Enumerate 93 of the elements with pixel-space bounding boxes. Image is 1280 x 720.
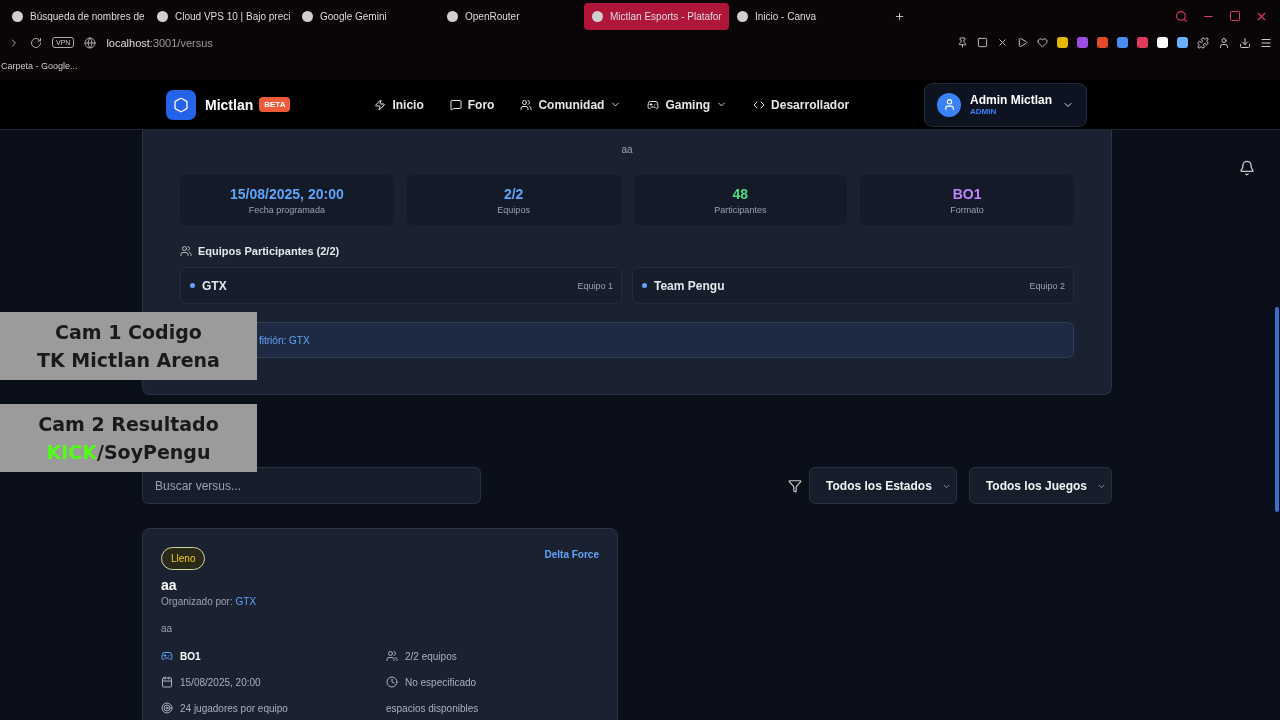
section-heading: Equipos Participantes (2/2) (198, 245, 340, 257)
close-icon[interactable] (1255, 10, 1268, 23)
download-icon[interactable] (1239, 36, 1251, 49)
menu-icon[interactable] (1260, 36, 1272, 49)
site-icon (737, 11, 748, 22)
stat-label: Equipos (497, 204, 530, 215)
description: aa (161, 623, 174, 634)
stat-value: 2/2 (503, 185, 524, 202)
description: aa (620, 144, 634, 155)
filter-dropdown[interactable]: Todos los Juegos (968, 467, 1112, 504)
search-icon[interactable] (1175, 10, 1188, 23)
search-field[interactable]: Buscar versus... (142, 467, 481, 504)
puzzle-icon[interactable] (1197, 36, 1209, 49)
stat-value: 48 (732, 185, 749, 202)
brand-name: Mictlan (205, 96, 254, 113)
bell-icon[interactable] (1239, 160, 1255, 176)
browser-tab[interactable]: Inicio - Canva (729, 3, 874, 30)
site-icon (157, 11, 168, 22)
bookmark[interactable]: Carpeta - Google... (1, 61, 78, 71)
team-name: GTX (202, 278, 227, 293)
nav-link[interactable]: Gaming (647, 97, 728, 112)
stat-value: BO1 (952, 185, 982, 202)
site-icon (302, 11, 313, 22)
nav-link[interactable]: Comunidad (520, 97, 622, 112)
site-icon (592, 11, 603, 22)
browser-tab[interactable]: Mictlan Esports - Platafor (584, 3, 729, 30)
profile-icon[interactable] (1218, 36, 1230, 49)
browser-tab[interactable]: Cloud VPS 10 | Bajo preci (149, 3, 294, 30)
user-role: ADMIN (970, 107, 998, 116)
gamepad-icon (161, 650, 173, 662)
detail-text: No especificado (405, 676, 477, 688)
calendar-icon (161, 676, 173, 688)
nav-link[interactable]: Inicio (374, 97, 424, 112)
nav-link[interactable]: Foro (449, 97, 495, 112)
versus-card[interactable]: Lleno Delta Force aa Organizado por: GTX aa BO1 2/2 equipos 15/08/2025, 20:00 No especificado 24 jugadores por equipo espacios disponibles (142, 528, 618, 720)
logo-icon[interactable] (166, 89, 196, 120)
overlay-text: TK Mictlan Arena (37, 348, 220, 373)
user-name: Admin Mictlan (970, 93, 1052, 107)
team-name: Team Pengu (654, 278, 725, 293)
stat-label: Participantes (714, 204, 767, 215)
reload-icon[interactable] (30, 36, 42, 49)
detail-text: 24 jugadores por equipo (180, 702, 288, 714)
stat-label: Formato (950, 204, 984, 215)
versus-title: aa (161, 577, 178, 593)
nav-link[interactable]: Desarrollador (753, 97, 850, 112)
team-slot: Equipo 1 (577, 280, 613, 291)
detail-text: BO1 (180, 650, 201, 662)
play-icon[interactable] (1017, 37, 1028, 48)
extension-icon[interactable] (1177, 37, 1188, 48)
host-text: fitrión: GTX (259, 334, 310, 346)
status-badge: Lleno (161, 547, 206, 570)
stat-value: 15/08/2025, 20:00 (230, 185, 344, 202)
address-field[interactable]: localhost:3001/versus (106, 36, 213, 49)
pin-icon[interactable] (957, 37, 968, 48)
organizer-text: Organizado por: GTX (161, 596, 258, 607)
heart-icon[interactable] (1037, 37, 1048, 48)
users-icon (520, 98, 533, 111)
clock-icon (386, 676, 398, 688)
new-tab-icon[interactable] (894, 11, 905, 22)
game-name: Delta Force (544, 549, 599, 560)
users-icon (386, 650, 398, 662)
browser-tab[interactable]: Búsqueda de nombres de (4, 3, 149, 30)
bolt-icon (374, 98, 387, 111)
detail-text: 2/2 equipos (405, 650, 457, 662)
overlay-text: Cam 1 Codigo (55, 320, 202, 345)
avatar-icon (937, 92, 961, 117)
maximize-icon[interactable] (1229, 10, 1241, 22)
team-slot: Equipo 2 (1029, 280, 1065, 291)
caret-icon (1097, 482, 1106, 491)
caret-icon (941, 482, 951, 491)
gamepad-icon (647, 98, 660, 111)
site-icon (447, 11, 458, 22)
extension-icon[interactable] (1157, 37, 1168, 48)
target-icon (161, 702, 173, 714)
filter-icon (788, 478, 803, 493)
overlay-text: Cam 2 Resultado (38, 412, 219, 437)
extension-icon[interactable] (1057, 37, 1068, 48)
globe-icon (84, 36, 97, 49)
chat-icon (449, 98, 462, 111)
detail-text: 15/08/2025, 20:00 (180, 676, 261, 688)
detail-text: espacios disponibles (386, 702, 479, 714)
filter-dropdown[interactable]: Todos los Estados (809, 467, 957, 504)
team-dot (190, 283, 195, 288)
stat-label: Fecha programada (248, 204, 325, 215)
beta-badge: BETA (259, 97, 291, 112)
team-dot (642, 283, 647, 288)
browser-tab[interactable]: Google Gemini (294, 3, 439, 30)
overlay-text: KICK/SoyPengu (46, 440, 211, 465)
user-menu-button[interactable]: Admin Mictlan ADMIN (924, 82, 1087, 127)
site-icon (12, 11, 23, 22)
browser-tab[interactable]: OpenRouter (439, 3, 584, 30)
scrollbar-thumb[interactable] (1275, 307, 1279, 512)
users-icon (180, 245, 192, 257)
